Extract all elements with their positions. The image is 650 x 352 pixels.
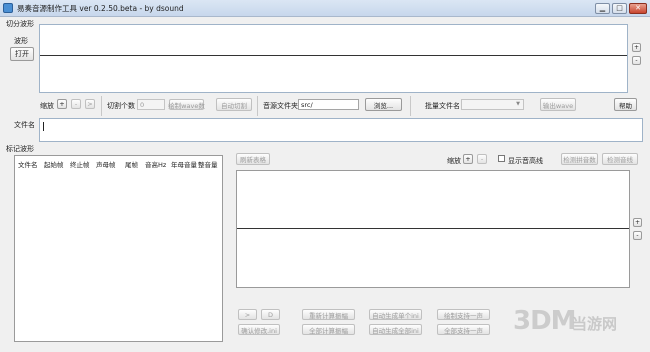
refresh-table-button[interactable]: 刷新表格 <box>236 153 270 165</box>
table-header-consonant-frame: 声母帧 <box>96 161 116 169</box>
batch-filename-label: 批量文件名 <box>425 102 460 110</box>
bottom-side-minus-button[interactable]: - <box>633 231 642 240</box>
filename-label: 文件名 <box>14 121 35 129</box>
toolbar-separator <box>410 96 411 116</box>
window-title: 易奏音源制作工具 ver 0.2.50.beta - by dsound <box>17 4 184 13</box>
export-wave-button[interactable]: 输出wave <box>540 98 576 111</box>
batch-filename-select[interactable]: ▼ <box>461 99 524 110</box>
cut-count-input[interactable]: 0 <box>137 99 165 110</box>
marker-table[interactable]: 文件名 起始帧 终止帧 声母帧 尾帧 音高Hz 年母音量 整音量 <box>14 155 223 342</box>
minimize-button[interactable]: ▁ <box>595 3 610 14</box>
play-button[interactable]: > <box>238 309 257 320</box>
top-side-plus-button[interactable]: + <box>632 43 641 52</box>
waveform-center-line <box>40 55 627 56</box>
cut-wave-group-label: 切分波形 <box>6 20 34 28</box>
auto-cut-button[interactable]: 自动切割 <box>216 98 252 111</box>
draw-support-one-button[interactable]: 绘制支持一声 <box>437 309 490 320</box>
app-icon <box>3 3 13 13</box>
table-header-start-frame: 起始帧 <box>44 161 64 169</box>
title-bar: 易奏音源制作工具 ver 0.2.50.beta - by dsound ▁ □… <box>0 0 650 17</box>
browse-button[interactable]: 浏览... <box>365 98 402 111</box>
table-header-pitch: 音高Hz <box>145 161 167 169</box>
confirm-modify-ini-button[interactable]: 确认修改.ini <box>238 324 280 335</box>
show-pitch-checkbox[interactable] <box>498 155 505 162</box>
bottom-zoom-label: 缩放 <box>447 157 461 165</box>
chevron-down-icon: ▼ <box>516 101 520 107</box>
table-header-total-volume: 整音量 <box>198 161 218 169</box>
recalc-amplitude-button[interactable]: 重新计算振幅 <box>302 309 355 320</box>
table-header-vowel-volume: 年母音量 <box>171 161 197 169</box>
waveform-center-line <box>237 228 629 229</box>
mark-wave-group-label: 标记波形 <box>6 145 34 153</box>
open-button[interactable]: 打开 <box>10 47 34 61</box>
draw-wave-count-button[interactable]: 绘制wave数 <box>168 99 205 110</box>
watermark-logo: 3DM <box>513 306 577 336</box>
auto-single-ini-button[interactable]: 自动生成单个ini <box>369 309 422 320</box>
detect-pitch-button[interactable]: 检测音线 <box>602 153 638 165</box>
bottom-zoom-plus-button[interactable]: + <box>463 154 473 164</box>
all-recalc-amplitude-button[interactable]: 全部计算振幅 <box>302 324 355 335</box>
close-button[interactable]: ✕ <box>629 3 647 14</box>
table-header-filename: 文件名 <box>18 161 38 169</box>
table-header-end-frame: 终止帧 <box>70 161 90 169</box>
filename-input[interactable] <box>39 118 643 142</box>
text-cursor <box>43 122 44 131</box>
toolbar-separator <box>257 96 258 116</box>
top-zoom-label: 缩放 <box>40 102 54 110</box>
cut-count-label: 切割个数 <box>107 102 135 110</box>
top-zoom-plus-button[interactable]: + <box>57 99 67 109</box>
d-button[interactable]: D <box>261 309 280 320</box>
top-zoom-minus-button[interactable]: - <box>71 99 81 109</box>
source-folder-label: 音源文件夹 <box>263 102 298 110</box>
bottom-zoom-minus-button[interactable]: - <box>477 154 487 164</box>
top-zoom-right-button[interactable]: > <box>85 99 95 109</box>
table-header-tail-frame: 尾帧 <box>125 161 138 169</box>
maximize-button[interactable]: □ <box>612 3 627 14</box>
all-support-one-button[interactable]: 全部支持一声 <box>437 324 490 335</box>
source-folder-input[interactable]: src/ <box>298 99 359 110</box>
watermark-text: 当游网 <box>572 315 618 333</box>
bottom-side-plus-button[interactable]: + <box>633 218 642 227</box>
toolbar-separator <box>101 96 102 116</box>
top-side-minus-button[interactable]: - <box>632 56 641 65</box>
help-button[interactable]: 帮助 <box>614 98 637 111</box>
wave-label: 波形 <box>14 37 28 45</box>
show-pitch-label: 显示音高线 <box>508 157 543 165</box>
detect-frames-button[interactable]: 检测拼音数 <box>561 153 598 165</box>
mark-waveform-panel[interactable] <box>236 170 630 288</box>
cut-waveform-panel[interactable] <box>39 24 628 93</box>
auto-all-ini-button[interactable]: 自动生成全部ini <box>369 324 422 335</box>
